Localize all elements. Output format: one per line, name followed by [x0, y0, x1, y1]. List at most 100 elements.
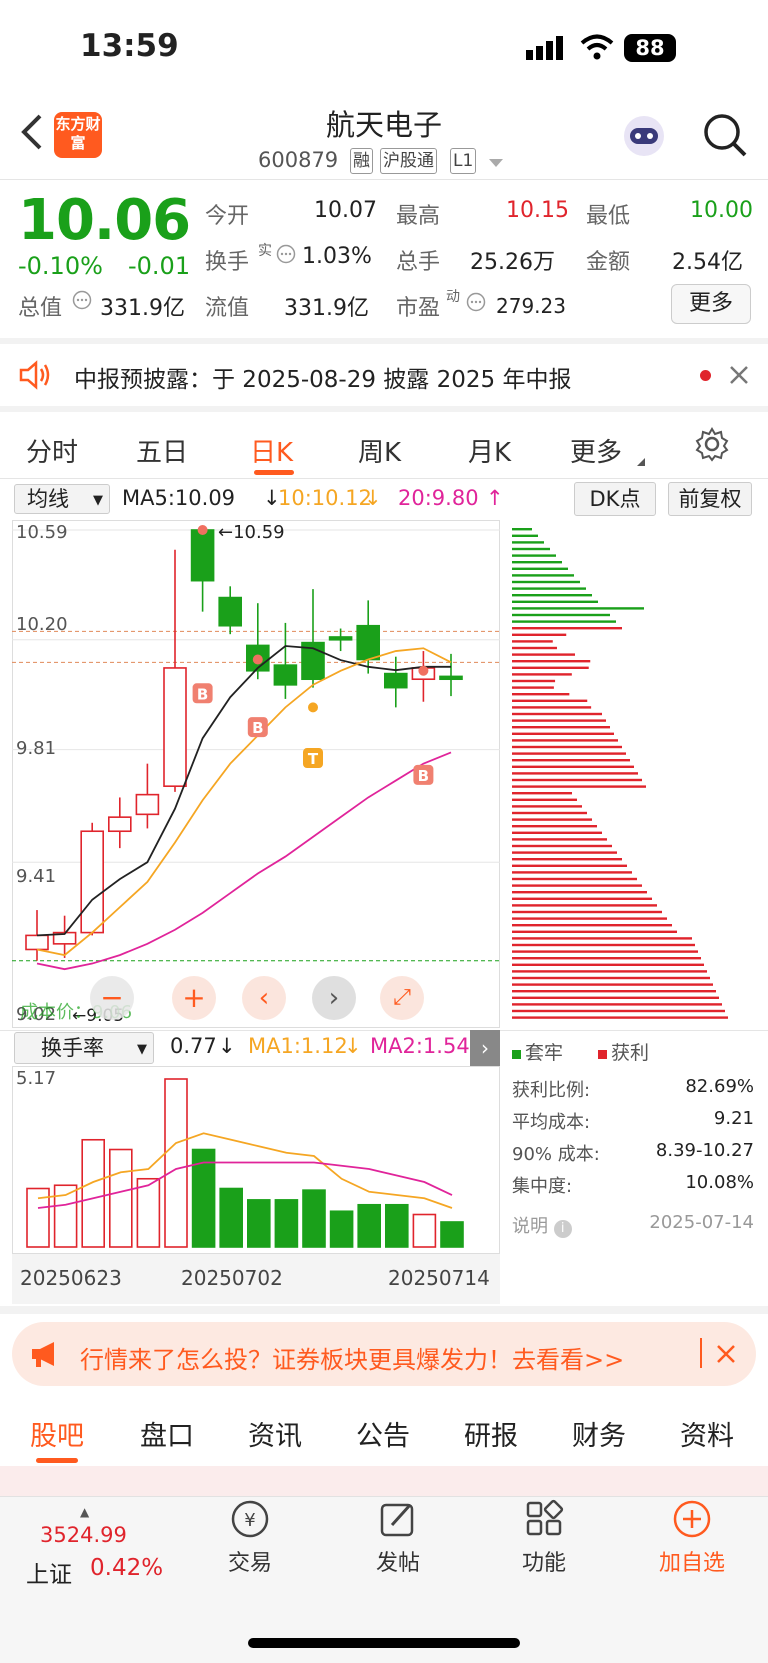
- tab-guba[interactable]: 股吧: [30, 1414, 84, 1453]
- chip-bar: [512, 877, 637, 881]
- chip-bar: [512, 818, 592, 821]
- kline-chart[interactable]: B B T B: [12, 520, 500, 1028]
- tab-profile[interactable]: 资料: [680, 1414, 734, 1453]
- chip-bar: [512, 871, 632, 874]
- robot-avatar-icon[interactable]: [620, 112, 668, 164]
- tab-weekly[interactable]: 周K: [358, 432, 401, 469]
- svg-text:B: B: [252, 719, 263, 737]
- tab-intraday[interactable]: 分时: [26, 432, 78, 469]
- candle: [163, 667, 187, 787]
- chip-bar: [512, 620, 616, 623]
- close-icon[interactable]: [728, 364, 750, 392]
- chip-bar: [512, 666, 589, 669]
- dk-point-button[interactable]: DK点: [574, 482, 656, 516]
- change-amt: -0.01: [128, 252, 191, 280]
- chip-bar: [512, 904, 657, 907]
- signal-badge: B: [413, 764, 434, 785]
- fullscreen-button[interactable]: ⤢: [380, 976, 424, 1020]
- chip-bar: [512, 712, 602, 716]
- chip-note-link[interactable]: 说明 i: [512, 1212, 572, 1238]
- tab-news[interactable]: 资讯: [248, 1414, 302, 1453]
- volume-bar: [357, 1203, 382, 1248]
- turnover-rate-value: 0.77: [170, 1034, 217, 1058]
- add-circle-icon: [642, 1499, 742, 1545]
- chip-stat-value: 82.69%: [685, 1076, 754, 1097]
- price-tick: 9.81: [16, 738, 57, 759]
- info-icon: i: [553, 1220, 572, 1238]
- tab-5day[interactable]: 五日: [136, 432, 188, 469]
- tab-research[interactable]: 研报: [464, 1414, 518, 1453]
- close-icon[interactable]: [716, 1342, 736, 1370]
- tab-daily[interactable]: 日K: [250, 432, 293, 469]
- expand-arrow-icon[interactable]: ›: [470, 1030, 500, 1066]
- chip-bar: [512, 838, 607, 841]
- chip-bar: [512, 528, 532, 531]
- signal-dot: [197, 525, 208, 535]
- vol-ma1-value: MA1:1.12: [248, 1034, 348, 1058]
- speaker-icon: [18, 360, 52, 396]
- chip-bar: [512, 825, 597, 828]
- info-icon[interactable]: [276, 244, 296, 268]
- chip-bar: [512, 541, 544, 544]
- chip-bar: [512, 844, 612, 848]
- period-tabs: 分时 五日 日K 周K 月K 更多: [0, 410, 768, 478]
- chip-bar: [512, 719, 606, 722]
- turnover-value: 1.03%: [302, 244, 372, 269]
- search-icon[interactable]: [702, 112, 748, 162]
- chip-bar: [512, 778, 642, 782]
- vol-indicator-select[interactable]: 换手率 ▼: [14, 1032, 154, 1064]
- price-tick: 10.20: [16, 614, 68, 635]
- chip-bar: [512, 983, 713, 986]
- tab-monthly[interactable]: 月K: [468, 432, 511, 469]
- vol-label: 总手: [396, 250, 441, 275]
- pe-value: 279.23: [496, 294, 566, 318]
- zoom-in-button[interactable]: +: [172, 976, 216, 1020]
- tab-handicap[interactable]: 盘口: [140, 1414, 194, 1453]
- add-watchlist-button[interactable]: 加自选: [642, 1499, 742, 1577]
- functions-button[interactable]: 功能: [494, 1499, 594, 1577]
- signal-badge: T: [303, 748, 323, 769]
- more-button[interactable]: 更多: [671, 284, 751, 324]
- chip-bar: [512, 851, 617, 854]
- low-label: 最低: [586, 204, 631, 229]
- turnover-label: 换手: [205, 250, 250, 275]
- date-tick: 20250714: [388, 1266, 490, 1290]
- signal-dot: [418, 665, 429, 676]
- volume-bar: [81, 1138, 105, 1248]
- promo-banner[interactable]: 行情来了怎么投？证券板块更具爆发力！去看看>>: [12, 1322, 756, 1386]
- trade-button[interactable]: ¥ 交易: [200, 1499, 300, 1577]
- chip-bar: [512, 745, 622, 749]
- tab-finance[interactable]: 财务: [572, 1414, 626, 1453]
- adjust-button[interactable]: 前复权: [668, 482, 752, 516]
- volume-bar: [412, 1213, 437, 1248]
- svg-text:B: B: [197, 685, 208, 703]
- indicator-select[interactable]: 均线 ▼: [14, 484, 110, 514]
- chip-bar: [512, 646, 557, 650]
- info-icon[interactable]: [466, 292, 486, 316]
- volume-bar: [440, 1221, 464, 1248]
- indicator-select-label: 均线: [27, 487, 69, 511]
- mcap-label: 总值: [18, 296, 63, 321]
- chip-bar: [512, 897, 652, 900]
- dropdown-icon[interactable]: [488, 154, 504, 173]
- price-tick: 9.41: [16, 866, 57, 887]
- index-value: 3524.99: [40, 1523, 127, 1547]
- info-icon[interactable]: [72, 290, 92, 314]
- scroll-right-button[interactable]: ›: [312, 976, 356, 1020]
- tab-more[interactable]: 更多: [570, 432, 622, 469]
- chip-bar: [512, 752, 626, 755]
- zoom-out-button[interactable]: −: [90, 976, 134, 1020]
- svg-text:¥: ¥: [244, 1510, 255, 1531]
- scroll-left-button[interactable]: ‹: [242, 976, 286, 1020]
- candle: [356, 624, 381, 661]
- post-button[interactable]: 发帖: [348, 1499, 448, 1577]
- chip-bar: [512, 686, 554, 689]
- up-caret-icon: ▲: [80, 1505, 90, 1519]
- chip-bar: [512, 884, 642, 887]
- volume-chart[interactable]: [12, 1066, 500, 1254]
- ma10-value: 10:10.12: [278, 486, 372, 510]
- settings-icon[interactable]: [694, 426, 730, 466]
- notice-bar[interactable]: 中报预披露：于 2025-08-29 披露 2025 年中报: [0, 344, 768, 406]
- pe-label: 市盈: [396, 296, 441, 321]
- tab-announce[interactable]: 公告: [356, 1414, 410, 1453]
